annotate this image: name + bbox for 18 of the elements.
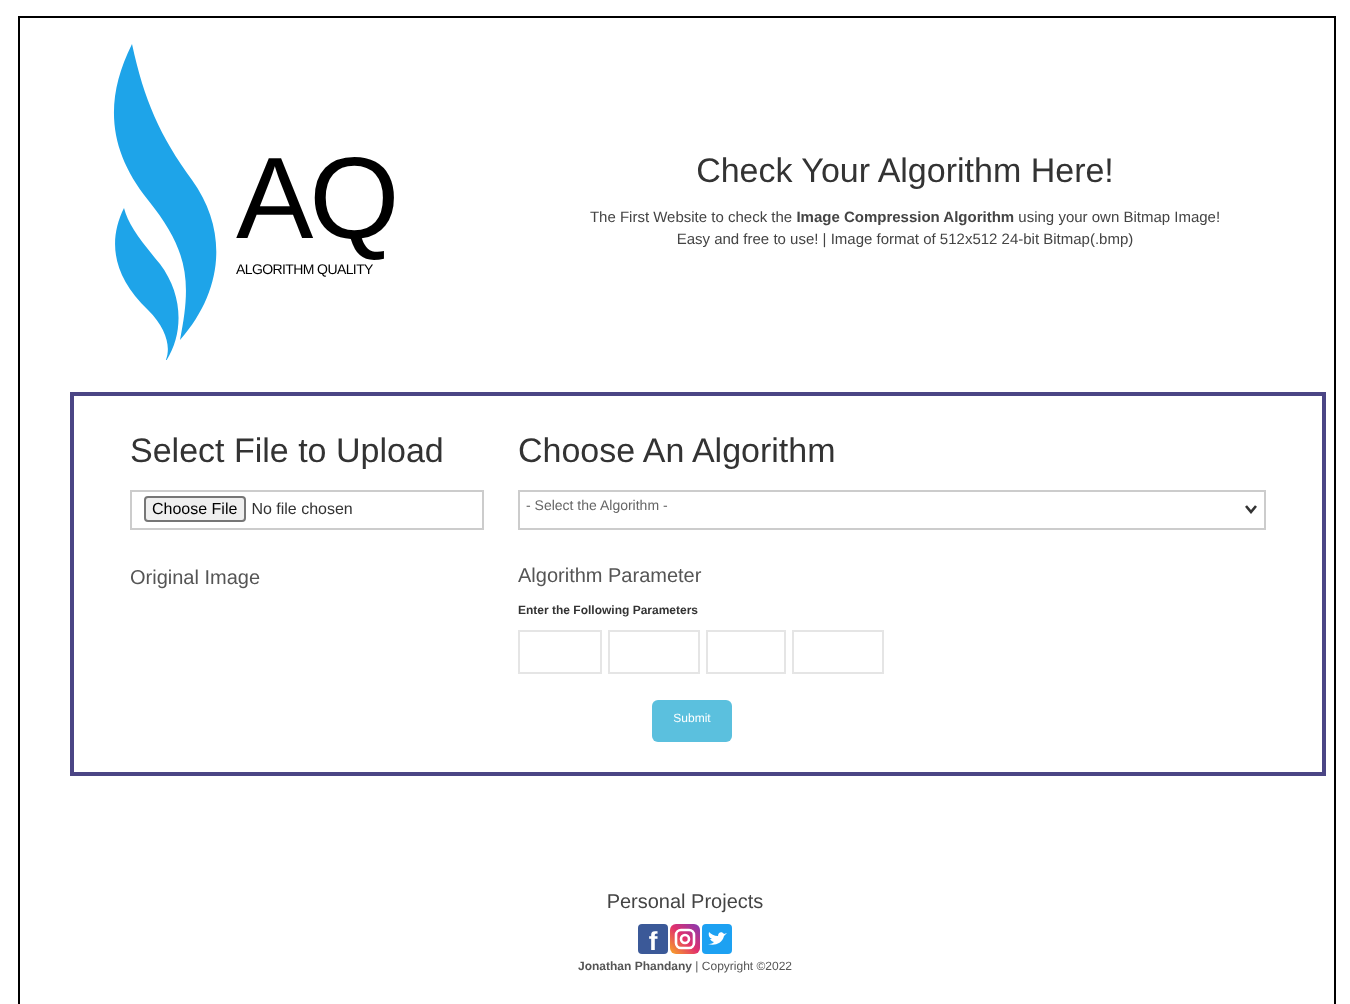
algorithm-heading: Choose An Algorithm [518,430,838,474]
parameter-field[interactable] [608,629,700,673]
bird-icon[interactable] [702,924,732,954]
file-status: No file chosen [251,497,353,521]
file-input[interactable]: Choose File No file chosen [130,489,484,529]
parameter-field[interactable] [518,629,602,673]
original-image-label: Original Image [130,565,263,593]
choose-file-button[interactable]: Choose File [144,496,246,522]
parameter-heading: Algorithm Parameter [518,563,704,591]
page-title: Check Your Algorithm Here! [696,150,1114,194]
parameter-field[interactable] [792,629,884,673]
parameter-field[interactable] [706,629,786,673]
footer-title: Personal Projects [606,890,764,918]
camera-icon[interactable] [670,924,700,954]
logo-text: AQ [236,141,396,258]
upload-heading: Select File to Upload [130,430,446,474]
chevron-down-icon [1244,504,1258,514]
facebook-link[interactable]: f [638,924,668,954]
